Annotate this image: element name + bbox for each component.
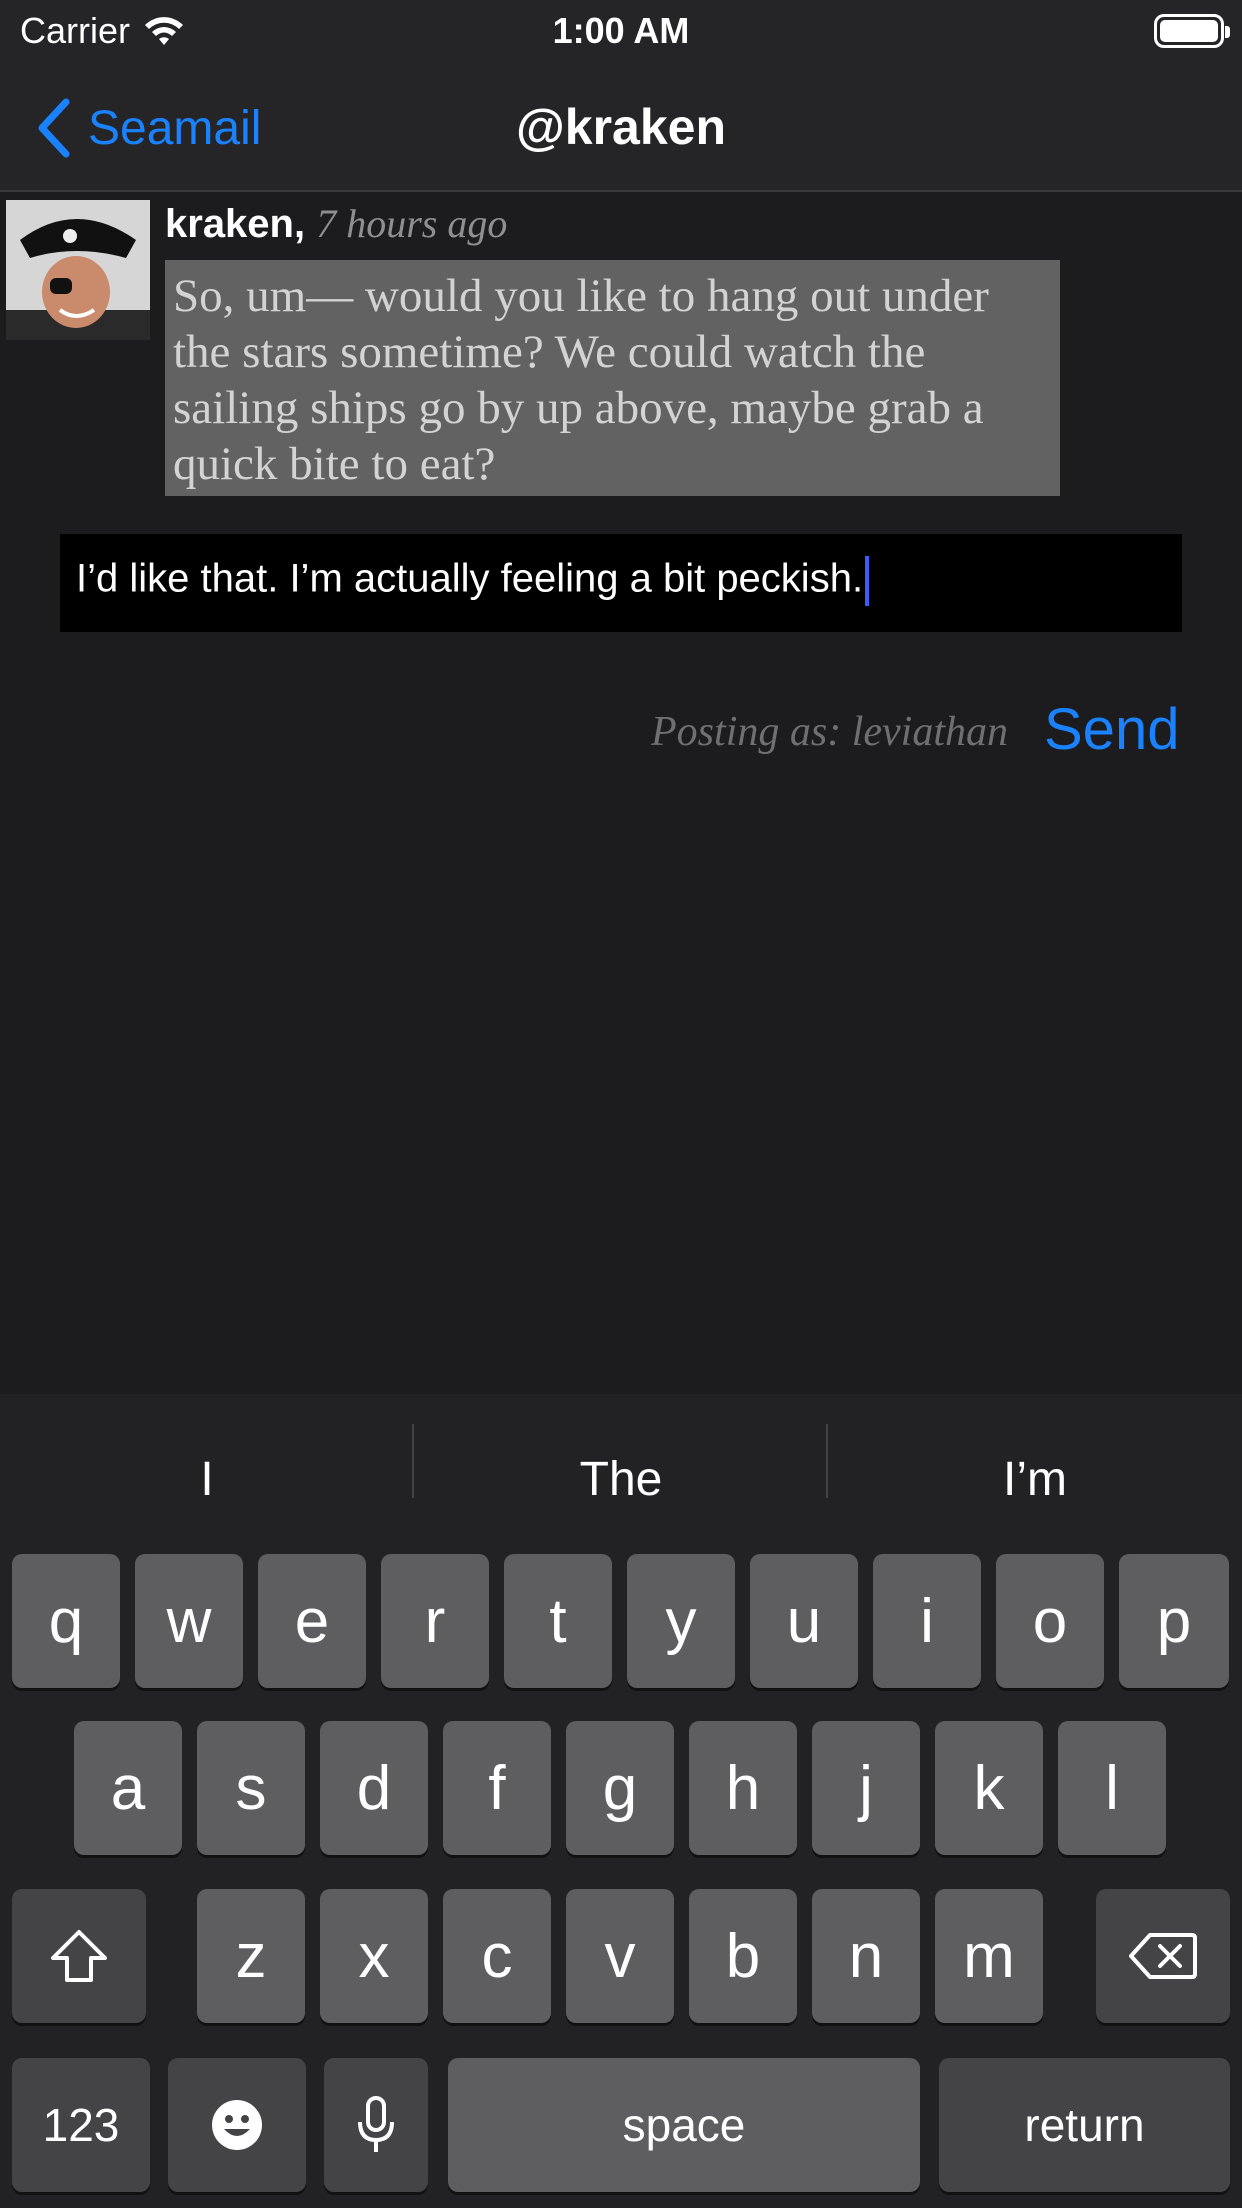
- key-b[interactable]: b: [689, 1889, 797, 2023]
- key-v[interactable]: v: [566, 1889, 674, 2023]
- message-author: kraken,: [165, 202, 306, 246]
- key-x[interactable]: x: [320, 1889, 428, 2023]
- suggestion-2[interactable]: The: [414, 1434, 828, 1524]
- shift-icon: [51, 1930, 107, 1982]
- posting-as-label: Posting as: leviathan: [651, 709, 1008, 755]
- dictation-key[interactable]: [324, 2058, 428, 2192]
- keyboard: I The I’m q w e r t y u i o p a s d f g …: [0, 1394, 1242, 2208]
- microphone-icon: [358, 2096, 394, 2152]
- message-compose-field[interactable]: I’d like that. I’m actually feeling a bi…: [60, 534, 1182, 632]
- navigation-bar: Carrier 1:00 AM Seamail @kraken: [0, 0, 1242, 192]
- emoji-icon: [212, 2100, 262, 2150]
- key-s[interactable]: s: [197, 1721, 305, 1855]
- key-g[interactable]: g: [566, 1721, 674, 1855]
- key-l[interactable]: l: [1058, 1721, 1166, 1855]
- compose-text: I’d like that. I’m actually feeling a bi…: [76, 556, 864, 601]
- key-z[interactable]: z: [197, 1889, 305, 2023]
- numbers-key[interactable]: 123: [12, 2058, 150, 2192]
- message-header: kraken, 7 hours ago: [165, 200, 507, 247]
- key-f[interactable]: f: [443, 1721, 551, 1855]
- key-e[interactable]: e: [258, 1554, 366, 1688]
- avatar-image: [6, 200, 150, 340]
- key-w[interactable]: w: [135, 1554, 243, 1688]
- message-text: So, um— would you like to hang out under…: [173, 270, 989, 490]
- key-j[interactable]: j: [812, 1721, 920, 1855]
- suggestion-1[interactable]: I: [0, 1434, 414, 1524]
- key-i[interactable]: i: [873, 1554, 981, 1688]
- key-a[interactable]: a: [74, 1721, 182, 1855]
- emoji-key[interactable]: [168, 2058, 306, 2192]
- shift-key[interactable]: [12, 1889, 146, 2023]
- key-n[interactable]: n: [812, 1889, 920, 2023]
- return-key[interactable]: return: [939, 2058, 1230, 2192]
- send-button[interactable]: Send: [1044, 696, 1179, 763]
- key-o[interactable]: o: [996, 1554, 1104, 1688]
- key-r[interactable]: r: [381, 1554, 489, 1688]
- text-cursor: [865, 556, 870, 606]
- key-t[interactable]: t: [504, 1554, 612, 1688]
- backspace-icon: [1129, 1933, 1197, 1979]
- suggestion-bar: I The I’m: [0, 1394, 1242, 1554]
- battery-icon: [1154, 14, 1230, 48]
- key-h[interactable]: h: [689, 1721, 797, 1855]
- key-p[interactable]: p: [1119, 1554, 1229, 1688]
- key-m[interactable]: m: [935, 1889, 1043, 2023]
- key-u[interactable]: u: [750, 1554, 858, 1688]
- key-c[interactable]: c: [443, 1889, 551, 2023]
- key-y[interactable]: y: [627, 1554, 735, 1688]
- space-key[interactable]: space: [448, 2058, 920, 2192]
- key-d[interactable]: d: [320, 1721, 428, 1855]
- suggestion-3[interactable]: I’m: [828, 1434, 1242, 1524]
- status-time: 1:00 AM: [552, 10, 690, 51]
- message-timestamp: 7 hours ago: [316, 201, 508, 246]
- backspace-key[interactable]: [1096, 1889, 1230, 2023]
- page-title: @kraken: [516, 99, 726, 155]
- avatar[interactable]: [6, 200, 150, 340]
- message-bubble: So, um— would you like to hang out under…: [165, 260, 1060, 496]
- key-q[interactable]: q: [12, 1554, 120, 1688]
- key-k[interactable]: k: [935, 1721, 1043, 1855]
